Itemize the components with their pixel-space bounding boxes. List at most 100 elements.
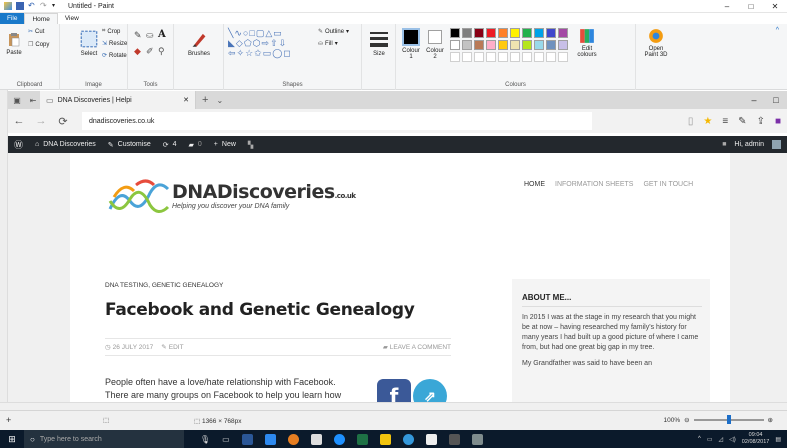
post-date[interactable]: 26 JULY 2017	[113, 344, 154, 351]
palette-swatch[interactable]	[474, 28, 484, 38]
site-logo[interactable]: DNADiscoveries.co.uk Helping you discove…	[106, 177, 356, 217]
palette-swatch[interactable]	[546, 28, 556, 38]
wp-comments-link[interactable]: ▰ 0	[183, 141, 208, 149]
chrome-icon[interactable]	[287, 433, 299, 445]
palette-empty-swatch[interactable]	[498, 52, 508, 62]
wp-site-link[interactable]: ⌂ DNA Discoveries	[29, 141, 102, 148]
palette-swatch[interactable]	[498, 28, 508, 38]
dna-app-icon[interactable]	[471, 433, 483, 445]
new-tab-button[interactable]: +	[202, 94, 208, 106]
palette-swatch[interactable]	[510, 28, 520, 38]
battery-icon[interactable]: ▭	[707, 436, 713, 443]
browser-tab[interactable]: ▭ DNA Discoveries | Helpi ✕	[40, 91, 196, 109]
zoom-slider[interactable]	[693, 415, 764, 424]
palette-swatch[interactable]	[510, 40, 520, 50]
volume-icon[interactable]: ◁)	[729, 436, 736, 443]
palette-empty-swatch[interactable]	[474, 52, 484, 62]
mail-icon[interactable]	[425, 433, 437, 445]
palette-swatch[interactable]	[558, 40, 568, 50]
palette-swatch[interactable]	[546, 40, 556, 50]
palette-swatch[interactable]	[462, 40, 472, 50]
palette-empty-swatch[interactable]	[534, 52, 544, 62]
palette-swatch[interactable]	[558, 28, 568, 38]
palette-swatch[interactable]	[474, 40, 484, 50]
network-icon[interactable]: ◿	[719, 436, 724, 443]
share-icon[interactable]: ⇪	[757, 116, 765, 127]
text-tool-icon[interactable]: A	[158, 29, 166, 40]
color-picker-icon[interactable]: ✐	[146, 46, 154, 57]
tab-home[interactable]: Home	[24, 13, 58, 24]
forward-arrow-icon[interactable]: →	[30, 115, 52, 127]
browser-maximize-button[interactable]: □	[765, 91, 787, 109]
taskbar-clock[interactable]: 09:04 02/08/2017	[742, 432, 770, 446]
palette-swatch[interactable]	[522, 40, 532, 50]
maximize-button[interactable]: □	[739, 0, 763, 13]
excel-icon[interactable]	[356, 433, 368, 445]
undo-icon[interactable]: ↶	[28, 2, 36, 10]
zoom-out-button[interactable]: ⊖	[684, 416, 689, 424]
outline-button[interactable]: ✎ Outline ▾	[318, 28, 349, 36]
shapes-gallery[interactable]: ╲∿○□▢△▭ ◣◇⬠⬡⇨⇧⇩ ⇦✧☆✩▭◯◻	[228, 28, 314, 60]
paste-button[interactable]: Paste	[4, 30, 24, 56]
palette-empty-swatch[interactable]	[486, 52, 496, 62]
hub-icon[interactable]: ≡	[722, 116, 728, 127]
tab-preview-icon[interactable]: ▣	[8, 96, 26, 105]
tray-expand-icon[interactable]: ^	[698, 436, 701, 442]
back-arrow-icon[interactable]: ←	[8, 115, 30, 127]
size-button[interactable]: Size	[369, 29, 389, 57]
resize-button[interactable]: ⇲ Resize	[102, 40, 127, 48]
avatar[interactable]	[772, 140, 781, 149]
notifications-icon[interactable]: ▤	[775, 436, 781, 443]
palette-swatch[interactable]	[534, 28, 544, 38]
web-note-icon[interactable]: ✎	[738, 116, 746, 127]
palette-empty-swatch[interactable]	[462, 52, 472, 62]
windows-start-icon[interactable]: ⊞	[0, 434, 24, 445]
palette-swatch[interactable]	[450, 40, 460, 50]
teams-icon[interactable]	[448, 433, 460, 445]
select-button[interactable]: Select	[79, 29, 99, 57]
palette-swatch[interactable]	[534, 40, 544, 50]
post-categories[interactable]: DNA TESTING, GENETIC GENEALOGY	[105, 282, 223, 289]
palette-swatch[interactable]	[522, 28, 532, 38]
open-paint3d-button[interactable]: Open Paint 3D	[638, 28, 674, 58]
horizontal-scrollbar[interactable]	[0, 402, 787, 410]
magnifier-icon[interactable]: ⚲	[158, 46, 165, 57]
copy-button[interactable]: ❐ Copy	[28, 41, 49, 49]
tab-view[interactable]: View	[58, 13, 86, 24]
taskbar-search[interactable]: ○ Type here to search	[24, 430, 184, 448]
task-view-icon[interactable]: ▭	[222, 435, 230, 444]
photos-icon[interactable]	[264, 433, 276, 445]
brushes-button[interactable]: Brushes	[186, 29, 212, 57]
post-edit-link[interactable]: EDIT	[169, 344, 184, 351]
close-tab-icon[interactable]: ✕	[183, 96, 189, 104]
palette-empty-swatch[interactable]	[558, 52, 568, 62]
nav-information-sheets[interactable]: INFORMATION SHEETS	[555, 181, 633, 188]
customize-qat-icon[interactable]: ▾	[52, 2, 60, 10]
redo-icon[interactable]: ↷	[40, 2, 48, 10]
colour-1-button[interactable]: Colour 1	[400, 28, 422, 60]
minimize-button[interactable]: –	[715, 0, 739, 13]
paint-taskbar-icon[interactable]	[379, 433, 391, 445]
cut-button[interactable]: ✂ Cut	[28, 28, 44, 36]
url-input[interactable]: dnadiscoveries.co.uk	[82, 112, 592, 130]
microphone-icon[interactable]: 🎙	[200, 435, 210, 444]
palette-swatch[interactable]	[462, 28, 472, 38]
nav-home[interactable]: HOME	[524, 181, 545, 188]
palette-empty-swatch[interactable]	[546, 52, 556, 62]
wordpress-logo-icon[interactable]: Ⓦ	[8, 138, 29, 151]
reading-view-icon[interactable]: ▯	[688, 116, 694, 127]
palette-swatch[interactable]	[450, 28, 460, 38]
palette-swatch[interactable]	[498, 40, 508, 50]
zoom-slider-thumb[interactable]	[726, 415, 731, 424]
browser-minimize-button[interactable]: –	[743, 91, 765, 109]
word-icon[interactable]	[241, 433, 253, 445]
colour-2-button[interactable]: Colour 2	[424, 28, 446, 60]
tab-dropdown-icon[interactable]: ⌄	[216, 96, 223, 105]
rotate-button[interactable]: ⟳ Rotate	[102, 52, 127, 60]
set-aside-tabs-icon[interactable]: ⇤	[26, 96, 40, 105]
palette-empty-swatch[interactable]	[450, 52, 460, 62]
eraser-icon[interactable]: ◆	[134, 46, 141, 57]
favorite-star-icon[interactable]: ★	[703, 116, 712, 127]
leave-comment-link[interactable]: ▰ LEAVE A COMMENT	[383, 343, 451, 351]
palette-empty-swatch[interactable]	[510, 52, 520, 62]
